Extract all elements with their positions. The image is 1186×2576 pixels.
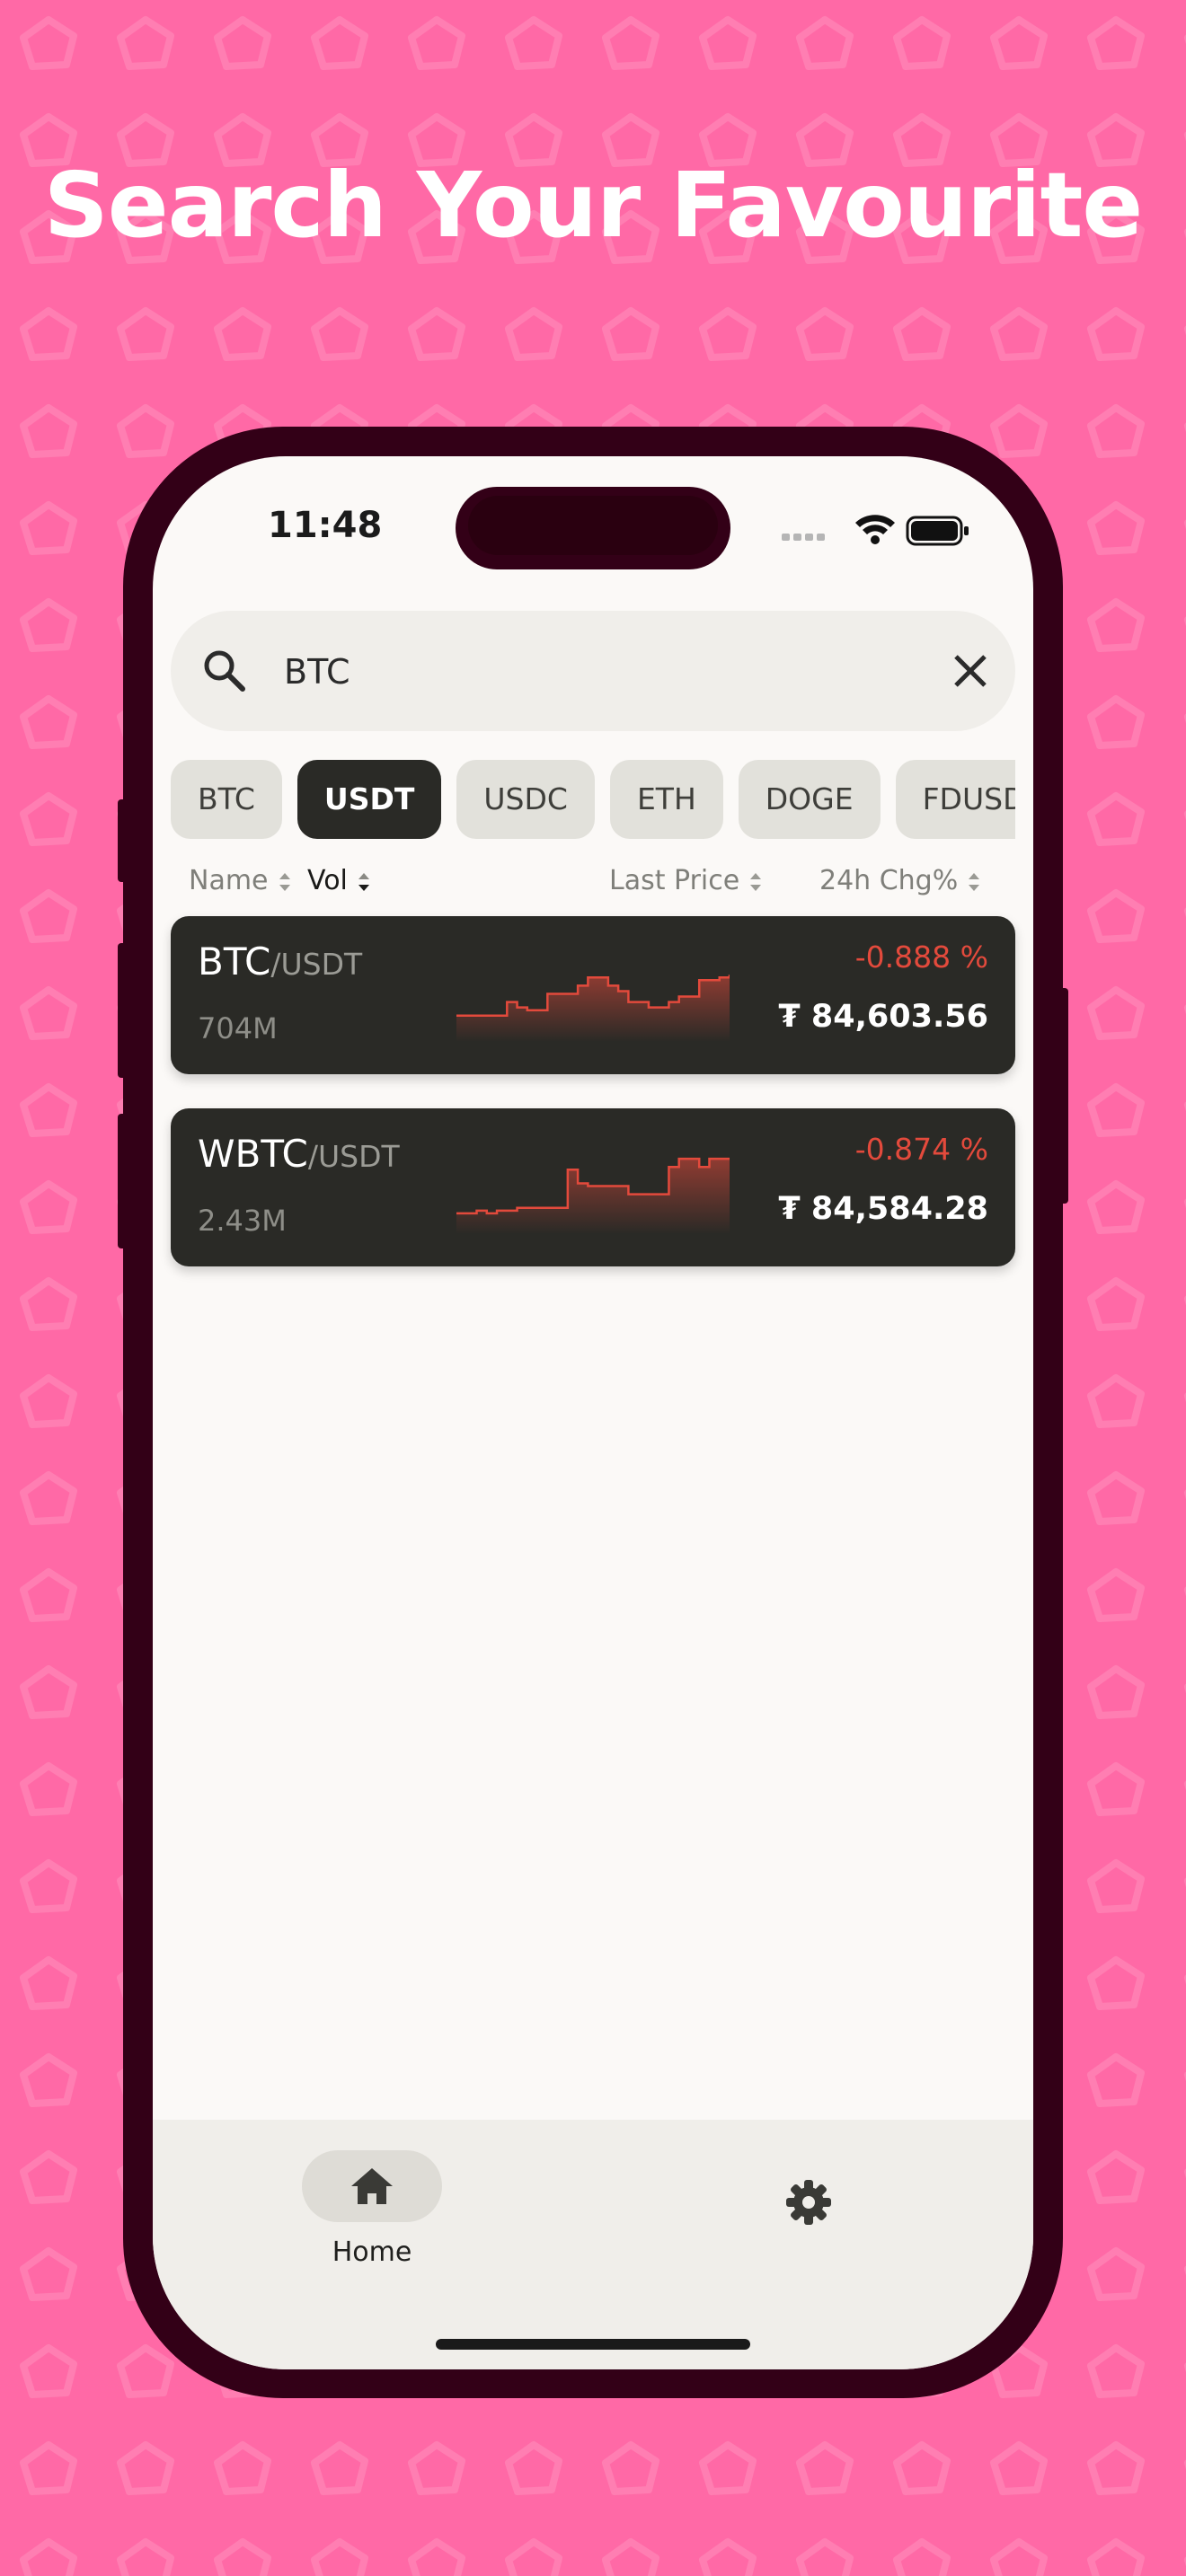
pair-quote: /USDT <box>270 947 363 982</box>
sort-vol[interactable]: Vol <box>307 859 373 904</box>
sort-arrows-icon <box>969 872 980 891</box>
sort-arrows-icon <box>279 872 290 891</box>
status-icons <box>782 515 969 546</box>
tab-btc[interactable]: BTC <box>171 760 282 839</box>
pair-change: -0.874 % <box>854 1132 988 1167</box>
search-icon[interactable] <box>199 646 250 696</box>
tab-usdt[interactable]: USDT <box>296 760 442 839</box>
sort-name-label: Name <box>189 865 269 896</box>
quote-tabs: BTC USDT USDC ETH DOGE FDUSD <box>171 760 1015 839</box>
wifi-icon <box>855 515 895 544</box>
pair-volume: 2.43M <box>198 1204 287 1238</box>
sort-change[interactable]: 24h Chg% <box>819 859 983 904</box>
pair-price: ₮ 84,584.28 <box>778 1191 988 1227</box>
sort-header: Name Vol Last Price 24h Chg% <box>171 859 1015 904</box>
sparkline-chart <box>456 975 730 1042</box>
battery-icon <box>906 516 969 546</box>
pair-change: -0.888 % <box>854 940 988 975</box>
pair-name: BTC/USDT <box>198 940 362 984</box>
headline: Search Your Favourite <box>43 153 1143 258</box>
pair-card-btc[interactable]: BTC/USDT 704M -0.888 % ₮ 84,603.56 <box>171 916 1015 1074</box>
sort-change-label: 24h Chg% <box>819 865 959 896</box>
nav-home-label: Home <box>332 2236 412 2268</box>
pair-base: BTC <box>198 940 271 984</box>
sort-arrows-icon <box>750 872 762 891</box>
app-screen: 11:48 BTCUSDTUSDCETHDOG <box>153 456 1033 2369</box>
pair-base: WBTC <box>198 1132 308 1176</box>
nav-home-button[interactable] <box>302 2150 442 2222</box>
pair-volume: 704M <box>198 1011 278 1045</box>
search-bar[interactable] <box>171 611 1015 731</box>
signal-icon <box>782 534 825 541</box>
gear-icon[interactable] <box>783 2177 834 2228</box>
home-indicator <box>436 2339 750 2350</box>
sparkline-chart <box>456 1157 730 1234</box>
status-time: 11:48 <box>268 505 383 546</box>
pair-quote: /USDT <box>307 1139 400 1174</box>
tab-fdusd[interactable]: FDUSD <box>895 760 1015 839</box>
sparkline-area <box>456 1159 730 1234</box>
close-icon[interactable] <box>949 649 992 693</box>
tab-usdc[interactable]: USDC <box>456 760 595 839</box>
pair-card-wbtc[interactable]: WBTC/USDT 2.43M -0.874 % ₮ 84,584.28 <box>171 1108 1015 1266</box>
sparkline-area <box>456 975 730 1042</box>
sort-vol-label: Vol <box>307 865 348 896</box>
pair-name: WBTC/USDT <box>198 1132 400 1176</box>
tab-doge[interactable]: DOGE <box>738 760 881 839</box>
tab-eth[interactable]: ETH <box>609 760 723 839</box>
sort-last-price-label: Last Price <box>609 865 740 896</box>
sort-last-price[interactable]: Last Price <box>609 859 765 904</box>
bottom-nav: Home <box>153 2120 1033 2369</box>
sort-arrows-icon <box>358 872 369 891</box>
dynamic-island <box>456 487 730 569</box>
search-input[interactable] <box>284 647 913 697</box>
home-icon <box>351 2168 393 2204</box>
pair-price: ₮ 84,603.56 <box>778 999 988 1035</box>
sort-name[interactable]: Name <box>189 859 294 904</box>
